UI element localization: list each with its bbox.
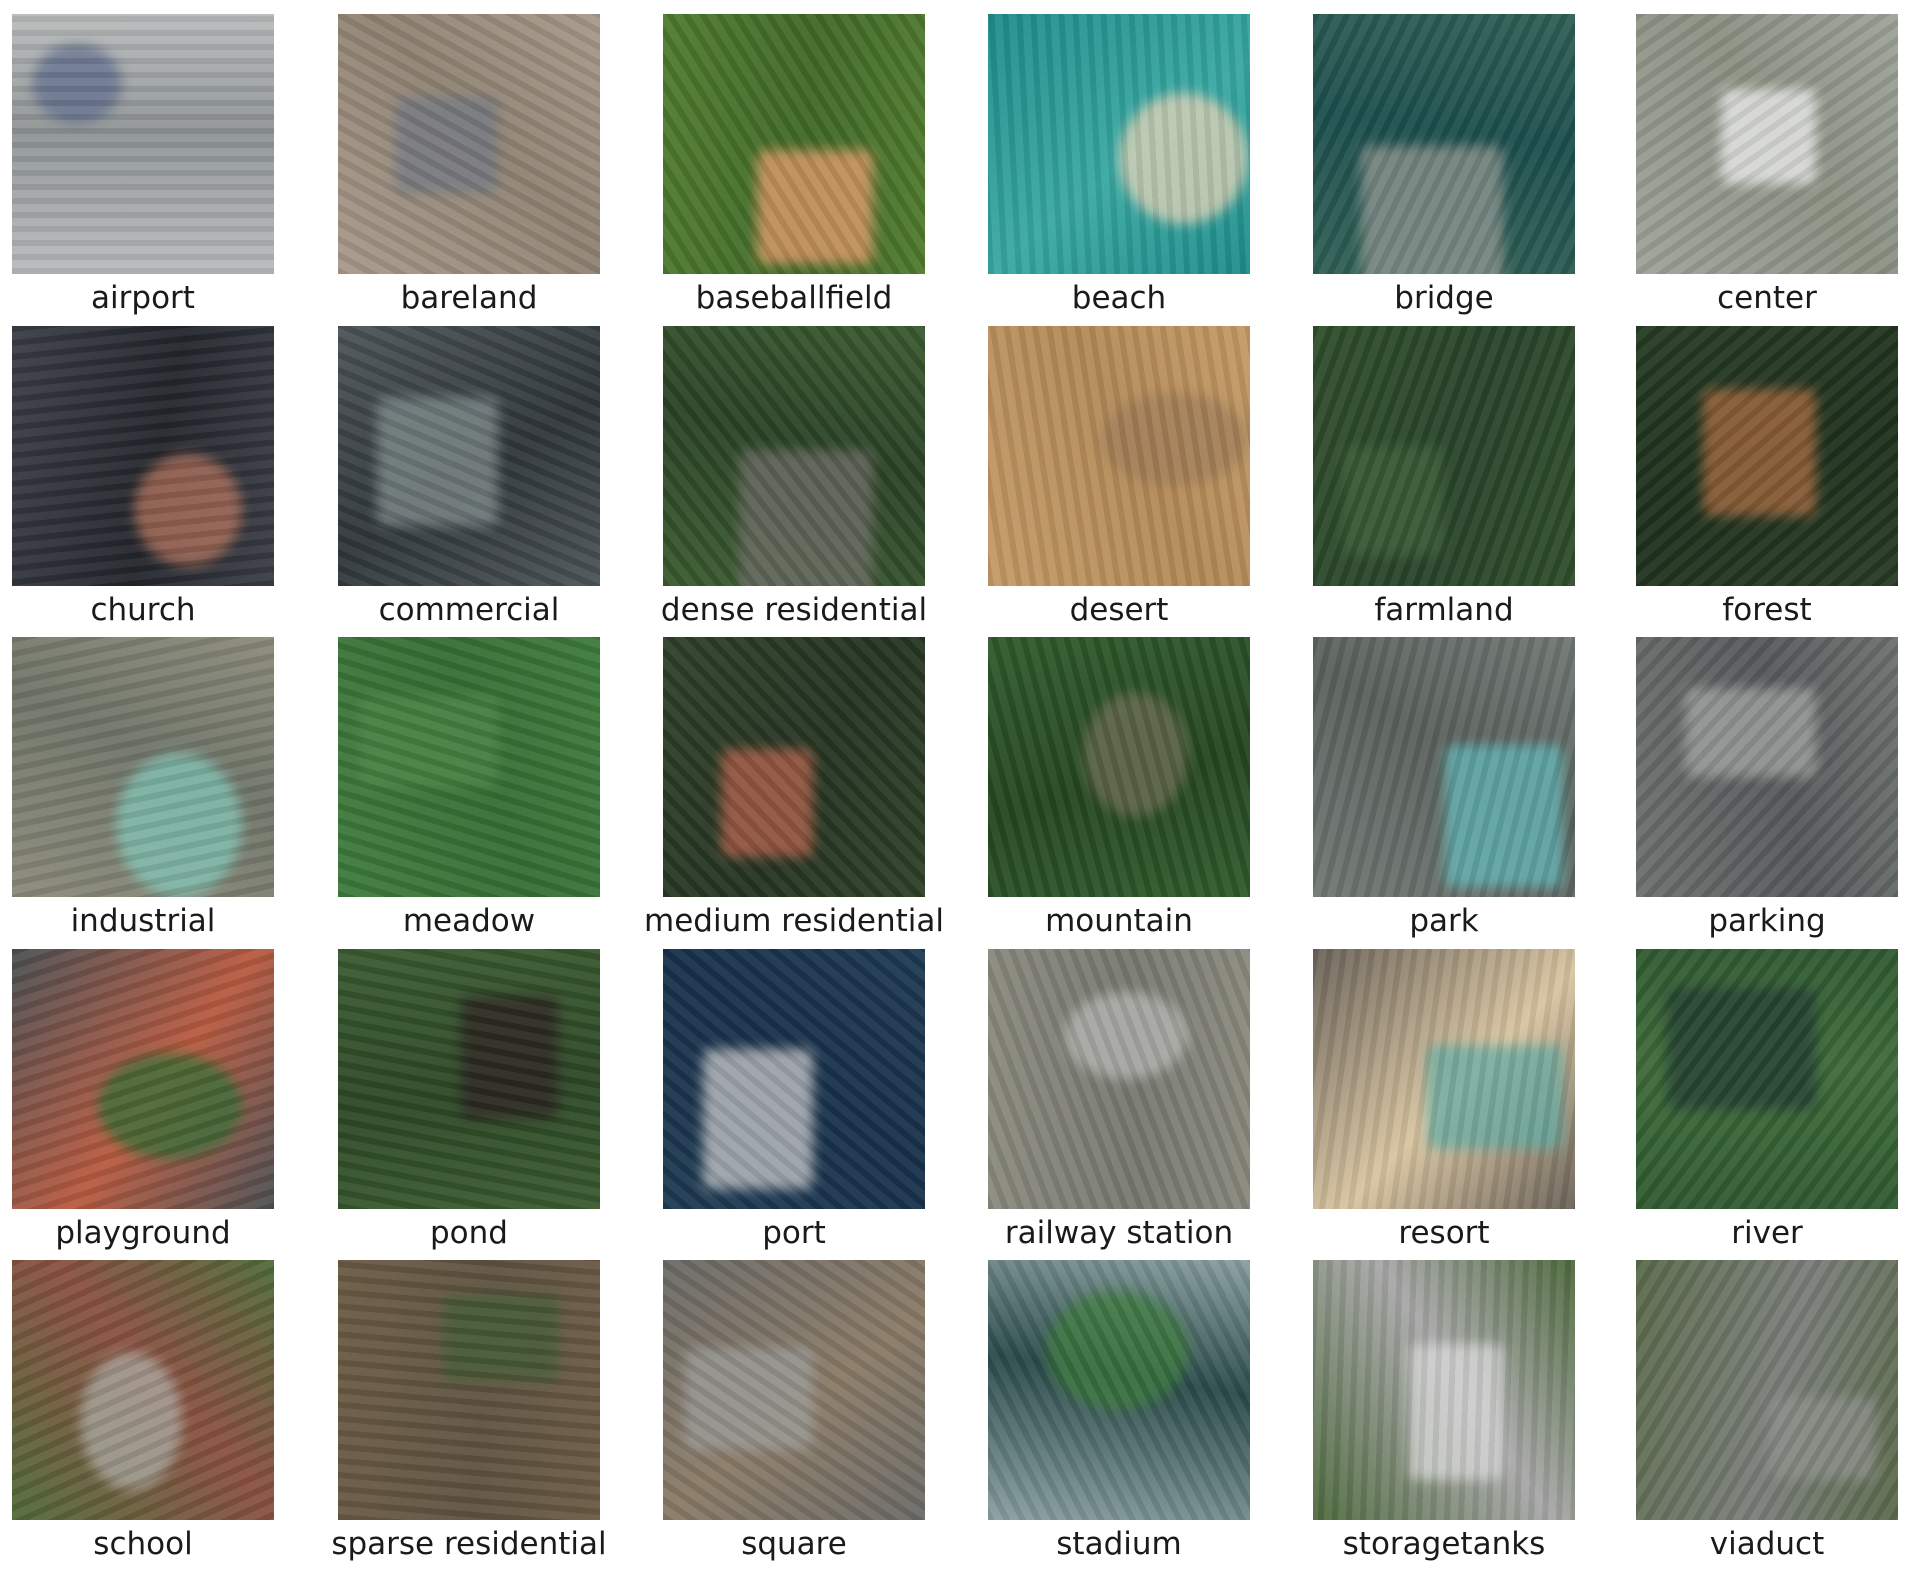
grid-cell-viaduct: viaduct	[1636, 1260, 1898, 1562]
image-texture	[1313, 1260, 1575, 1520]
image-texture	[12, 637, 274, 897]
grid-cell-farmland: farmland	[1313, 326, 1575, 628]
grid-cell-railway-station: railway station	[988, 949, 1250, 1251]
grid-cell-mountain: mountain	[988, 637, 1250, 939]
aerial-image-playground	[12, 949, 274, 1209]
grid-cell-stadium: stadium	[988, 1260, 1250, 1562]
aerial-image-beach	[988, 14, 1250, 274]
aerial-image-railway-station	[988, 949, 1250, 1209]
aerial-image-port	[663, 949, 925, 1209]
aerial-image-mountain	[988, 637, 1250, 897]
grid-cell-bareland: bareland	[338, 14, 600, 316]
image-texture	[988, 637, 1250, 897]
image-texture	[1313, 637, 1575, 897]
aerial-image-center	[1636, 14, 1898, 274]
aerial-image-industrial	[12, 637, 274, 897]
aerial-image-pond	[338, 949, 600, 1209]
grid-cell-forest: forest	[1636, 326, 1898, 628]
aerial-image-dense-residential	[663, 326, 925, 586]
image-texture	[1313, 14, 1575, 274]
image-texture	[12, 326, 274, 586]
class-label: river	[1731, 1215, 1803, 1251]
image-texture	[12, 1260, 274, 1520]
image-texture	[988, 1260, 1250, 1520]
aerial-image-park	[1313, 637, 1575, 897]
aerial-image-storagetanks	[1313, 1260, 1575, 1520]
class-label: viaduct	[1709, 1526, 1825, 1562]
aerial-image-school	[12, 1260, 274, 1520]
image-texture	[338, 1260, 600, 1520]
aerial-image-bridge	[1313, 14, 1575, 274]
grid-cell-pond: pond	[338, 949, 600, 1251]
image-texture	[663, 326, 925, 586]
image-texture	[1636, 1260, 1898, 1520]
image-texture	[663, 14, 925, 274]
image-texture	[12, 949, 274, 1209]
image-texture	[338, 326, 600, 586]
aerial-image-bareland	[338, 14, 600, 274]
grid-cell-airport: airport	[12, 14, 274, 316]
image-texture	[1636, 14, 1898, 274]
image-texture	[1636, 326, 1898, 586]
aerial-image-church	[12, 326, 274, 586]
aerial-image-resort	[1313, 949, 1575, 1209]
grid-cell-port: port	[663, 949, 925, 1251]
grid-cell-bridge: bridge	[1313, 14, 1575, 316]
grid-cell-baseballfield: baseballfield	[663, 14, 925, 316]
image-texture	[988, 14, 1250, 274]
aerial-image-square	[663, 1260, 925, 1520]
class-label: parking	[1708, 903, 1826, 939]
image-texture	[988, 326, 1250, 586]
image-texture	[1636, 637, 1898, 897]
image-texture	[663, 637, 925, 897]
grid-cell-beach: beach	[988, 14, 1250, 316]
class-label: forest	[1722, 592, 1812, 628]
aerial-image-airport	[12, 14, 274, 274]
grid-cell-storagetanks: storagetanks	[1313, 1260, 1575, 1562]
aerial-image-viaduct	[1636, 1260, 1898, 1520]
image-texture	[1636, 949, 1898, 1209]
grid-cell-center: center	[1636, 14, 1898, 316]
aerial-image-meadow	[338, 637, 600, 897]
aerial-image-stadium	[988, 1260, 1250, 1520]
aerial-image-forest	[1636, 326, 1898, 586]
image-texture	[988, 949, 1250, 1209]
grid-cell-sparse-residential: sparse residential	[331, 1260, 607, 1562]
image-texture	[663, 949, 925, 1209]
image-texture	[338, 14, 600, 274]
aerial-image-commercial	[338, 326, 600, 586]
grid-cell-resort: resort	[1313, 949, 1575, 1251]
class-label: center	[1717, 280, 1817, 316]
grid-cell-meadow: meadow	[338, 637, 600, 939]
image-texture	[663, 1260, 925, 1520]
grid-cell-square: square	[663, 1260, 925, 1562]
image-texture	[12, 14, 274, 274]
aerial-image-sparse-residential	[338, 1260, 600, 1520]
aerial-image-parking	[1636, 637, 1898, 897]
aerial-image-desert	[988, 326, 1250, 586]
image-texture	[338, 949, 600, 1209]
grid-cell-desert: desert	[988, 326, 1250, 628]
grid-cell-medium-residential: medium residential	[644, 637, 944, 939]
aerial-image-medium-residential	[663, 637, 925, 897]
grid-cell-school: school	[12, 1260, 274, 1562]
image-texture	[338, 637, 600, 897]
grid-cell-playground: playground	[12, 949, 274, 1251]
grid-cell-dense-residential: dense residential	[661, 326, 927, 628]
grid-cell-church: church	[12, 326, 274, 628]
grid-cell-park: park	[1313, 637, 1575, 939]
grid-cell-river: river	[1636, 949, 1898, 1251]
grid-cell-parking: parking	[1636, 637, 1898, 939]
image-texture	[1313, 949, 1575, 1209]
aerial-image-farmland	[1313, 326, 1575, 586]
aerial-image-river	[1636, 949, 1898, 1209]
image-texture	[1313, 326, 1575, 586]
grid-cell-industrial: industrial	[12, 637, 274, 939]
aerial-image-baseballfield	[663, 14, 925, 274]
grid-cell-commercial: commercial	[338, 326, 600, 628]
